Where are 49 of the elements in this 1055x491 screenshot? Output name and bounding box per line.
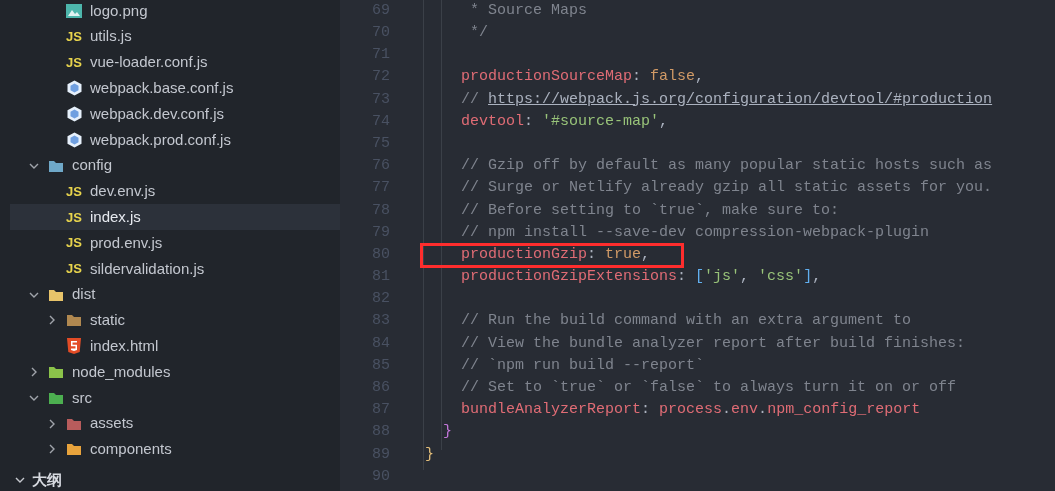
tree-item[interactable]: JS index.js (10, 204, 340, 231)
tree-item[interactable]: logo.png (10, 0, 340, 24)
tree-item[interactable]: webpack.prod.conf.js (10, 127, 340, 153)
code-comment: * Source Maps (469, 0, 588, 21)
code-comment: // Run the build command with an extra argument to (460, 311, 912, 332)
tree-item[interactable]: assets (10, 410, 340, 437)
tree-item[interactable]: webpack.base.conf.js (10, 75, 340, 102)
tree-item[interactable]: index.html (10, 333, 340, 360)
tree-item[interactable]: components (10, 436, 340, 463)
cube-icon (66, 131, 82, 148)
code-line: productionGzip: true, (460, 244, 651, 265)
code-comment: // `npm run build --report` (460, 355, 705, 376)
tree-item[interactable]: JS dev.env.js (10, 178, 340, 205)
tree-item[interactable]: JS sildervalidation.js (10, 255, 340, 282)
code-line: bundleAnalyzerReport: process.env.npm_config_report (460, 400, 921, 421)
code-comment: */ (469, 23, 488, 44)
js-file-icon: JS (66, 26, 82, 47)
code-comment: // Set to `true` or `false` to always turn it on or off (460, 378, 957, 399)
code-line: devtool: '#source-map', (460, 111, 669, 132)
code-line: } (425, 444, 434, 465)
cube-icon (66, 106, 82, 123)
code-comment: // npm install --save-dev compression-webpack-plugin (460, 222, 930, 243)
tree-item[interactable]: JS prod.env.js (10, 230, 340, 256)
code-comment: // Gzip off by default as many popular static hosts such as (460, 156, 993, 177)
js-file-icon: JS (66, 233, 82, 253)
code-comment: // Before setting to `true`, make sure to: (460, 200, 840, 221)
tree-item[interactable]: node_modules (10, 359, 340, 385)
code-comment: // Surge or Netlify already gzip all static assets for you. (460, 178, 993, 199)
html-file-icon (67, 338, 81, 355)
cube-icon (66, 80, 82, 97)
js-file-icon: JS (66, 259, 82, 279)
image-file-icon (66, 3, 82, 18)
outline-section-title[interactable]: 大纲 (32, 468, 62, 491)
js-file-icon: JS (66, 207, 82, 227)
tree-item[interactable]: config (10, 152, 340, 179)
js-file-icon: JS (66, 52, 82, 73)
code-comment: // View the bundle analyzer report after build finishes: (460, 333, 966, 354)
js-file-icon: JS (66, 181, 82, 202)
tree-item[interactable]: webpack.dev.conf.js (10, 101, 340, 127)
tree-item[interactable]: src (10, 384, 340, 411)
tree-item[interactable]: JS utils.js (10, 23, 340, 50)
tree-item[interactable]: JS vue-loader.conf.js (10, 49, 340, 76)
tree-item[interactable]: static (10, 307, 340, 334)
tree-item[interactable]: dist (10, 281, 340, 308)
code-comment: // https://webpack.js.org/configuration/devtool/#production (460, 89, 993, 110)
code-line: productionGzipExtensions: ['js', 'css'], (460, 267, 822, 288)
code-line: } (442, 422, 452, 443)
code-link[interactable]: https://webpack.js.org/configuration/devtool/#production (488, 90, 993, 108)
code-line: productionSourceMap: false, (460, 67, 705, 88)
